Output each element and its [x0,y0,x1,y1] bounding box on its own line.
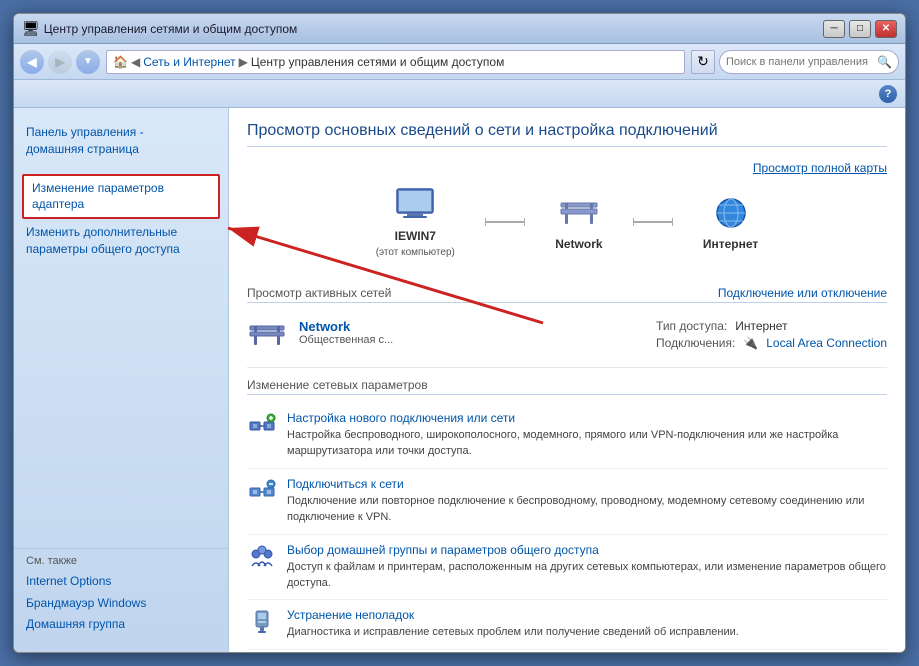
connections-row: Подключения: 🔌 Local Area Connection [656,336,887,350]
local-area-connection-link[interactable]: Local Area Connection [766,336,887,350]
sidebar-link-internet-options[interactable]: Internet Options [26,571,216,593]
homegroup-desc: Доступ к файлам и принтерам, расположенн… [287,561,886,589]
settings-item-new-connection: Настройка нового подключения или сети На… [247,403,887,469]
sidebar-link-firewall[interactable]: Брандмауэр Windows [26,593,216,615]
sidebar-item-change-adapter[interactable]: Изменение параметров адаптера [22,174,220,220]
connection-icon: 🔌 [743,336,758,350]
sidebar-also-title: См. также [26,555,216,567]
help-button[interactable]: ? [879,85,897,103]
homegroup-text: Выбор домашней группы и параметров общег… [287,543,887,592]
sidebar-link-homegroup[interactable]: Домашняя группа [26,614,216,636]
access-type-row: Тип доступа: Интернет [656,319,887,333]
sidebar-also: См. также Internet Options Брандмауэр Wi… [14,548,228,642]
new-connection-link[interactable]: Настройка нового подключения или сети [287,411,887,425]
breadcrumb-icon: 🏠 [113,55,128,69]
connect-network-text: Подключиться к сети Подключение или повт… [287,477,887,526]
new-connection-desc: Настройка беспроводного, широкополосного… [287,429,838,457]
main-content: Панель управления - домашняя страница Из… [14,108,905,652]
settings-item-troubleshoot: Устранение неполадок Диагностика и испра… [247,600,887,649]
globe-icon [707,193,755,233]
connect-network-link[interactable]: Подключиться к сети [287,477,887,491]
search-submit-button[interactable]: 🔍 [877,55,892,69]
troubleshoot-link[interactable]: Устранение неполадок [287,608,887,622]
network-line-1 [485,221,525,223]
breadcrumb: 🏠 ◀ Сеть и Интернет ▶ Центр управления с… [106,50,685,74]
content-area: Просмотр основных сведений о сети и наст… [229,108,905,652]
refresh-button[interactable]: ↻ [691,50,715,74]
computer-icon [391,185,439,225]
close-button[interactable]: ✕ [875,20,897,38]
settings-item-connect-network: Подключиться к сети Подключение или повт… [247,469,887,535]
title-bar: 🖥 Центр управления сетями и общим доступ… [14,14,905,44]
settings-item-homegroup: Выбор домашней группы и параметров общег… [247,535,887,601]
network-line-2 [633,221,673,223]
network-node-network: Network [555,193,603,251]
window-title: Центр управления сетями и общим доступом [44,22,298,36]
back-button[interactable]: ◀ [20,50,44,74]
active-network-info: Network Общественная с... [299,319,644,346]
minimize-button[interactable]: ─ [823,20,845,38]
dropdown-button[interactable]: ▼ [76,50,100,74]
active-networks-header: Просмотр активных сетей Подключение или … [247,286,887,303]
navigation-bar: ◀ ▶ ▼ 🏠 ◀ Сеть и Интернет ▶ Центр управл… [14,44,905,80]
new-connection-icon [247,411,277,439]
network-name-link[interactable]: Network [299,319,644,334]
network-access-info: Тип доступа: Интернет Подключения: 🔌 Loc… [656,319,887,353]
homegroup-link[interactable]: Выбор домашней группы и параметров общег… [287,543,887,557]
search-input[interactable] [726,56,873,68]
troubleshoot-icon [247,608,277,636]
sidebar: Панель управления - домашняя страница Из… [14,108,229,652]
sidebar-home-link[interactable]: Панель управления - домашняя страница [26,125,144,156]
network-type: Общественная с... [299,334,644,346]
breadcrumb-level2: Центр управления сетями и общим доступом [251,55,505,69]
breadcrumb-level1[interactable]: Сеть и Интернет [143,55,235,69]
homegroup-icon [247,543,277,571]
active-network-row: Network Общественная с... Тип доступа: И… [247,311,887,368]
network-node-internet: Интернет [703,193,758,251]
new-connection-text: Настройка нового подключения или сети На… [287,411,887,460]
sidebar-home: Панель управления - домашняя страница [14,118,228,164]
page-title: Просмотр основных сведений о сети и наст… [247,122,887,147]
maximize-button[interactable]: □ [849,20,871,38]
forward-button[interactable]: ▶ [48,50,72,74]
window-controls: ─ □ ✕ [823,20,897,38]
change-settings-header: Изменение сетевых параметров [247,378,887,395]
troubleshoot-text: Устранение неполадок Диагностика и испра… [287,608,887,640]
sidebar-item-change-sharing[interactable]: Изменить дополнительные параметры общего… [14,221,228,261]
network-node-computer: IEWIN7 (этот компьютер) [376,185,455,258]
troubleshoot-desc: Диагностика и исправление сетевых пробле… [287,626,739,638]
connect-network-desc: Подключение или повторное подключение к … [287,495,864,523]
search-bar: 🔍 [719,50,899,74]
change-settings-section: Изменение сетевых параметров [247,378,887,650]
help-area: ? [14,80,905,108]
active-network-icon [247,319,287,353]
network-diagram: IEWIN7 (этот компьютер) [247,175,887,274]
bench-icon [555,193,603,233]
connect-disconnect-link[interactable]: Подключение или отключение [718,286,887,300]
network-map-section: Просмотр полной карты [247,161,887,274]
view-full-map-link[interactable]: Просмотр полной карты [753,161,887,175]
connect-network-icon [247,477,277,505]
